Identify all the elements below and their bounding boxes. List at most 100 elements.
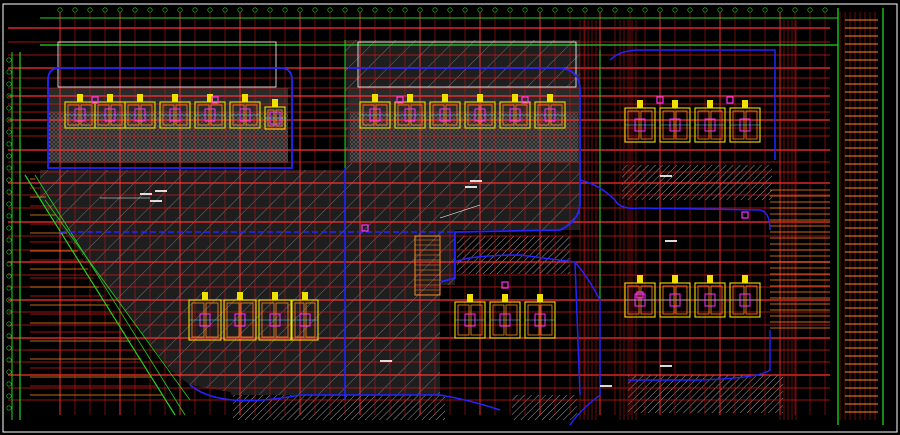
core-mark bbox=[137, 94, 143, 102]
axis-bubble bbox=[567, 7, 573, 13]
axis-bubble bbox=[597, 7, 603, 13]
axis-bubble bbox=[147, 7, 153, 13]
axis-bubble bbox=[327, 7, 333, 13]
core-mark bbox=[707, 275, 713, 283]
core-mark bbox=[707, 100, 713, 108]
axis-bubble bbox=[6, 345, 12, 351]
axis-bubble bbox=[657, 7, 663, 13]
annotation-mark bbox=[660, 175, 672, 177]
core-mark bbox=[637, 275, 643, 283]
annotation-mark bbox=[470, 180, 482, 182]
core-mark bbox=[537, 294, 543, 302]
core-mark bbox=[502, 294, 508, 302]
axis-bubble bbox=[6, 381, 12, 387]
axis-bubble bbox=[582, 7, 588, 13]
axis-bubble bbox=[402, 7, 408, 13]
axis-bubble bbox=[6, 105, 12, 111]
annotation-mark bbox=[665, 240, 677, 242]
axis-bubble bbox=[192, 7, 198, 13]
axis-bubble bbox=[342, 7, 348, 13]
core-mark bbox=[237, 292, 243, 300]
core-mark bbox=[672, 275, 678, 283]
core-mark bbox=[467, 294, 473, 302]
core-mark bbox=[547, 94, 553, 102]
axis-bubble bbox=[612, 7, 618, 13]
core-mark bbox=[272, 99, 278, 107]
axis-bubble bbox=[57, 7, 63, 13]
building-unit bbox=[729, 275, 761, 318]
axis-bubble bbox=[552, 7, 558, 13]
core-mark bbox=[637, 100, 643, 108]
axis-bubble bbox=[537, 7, 543, 13]
axis-bubble bbox=[6, 357, 12, 363]
annotation-mark bbox=[380, 360, 392, 362]
axis-bubble bbox=[132, 7, 138, 13]
axis-bubble bbox=[372, 7, 378, 13]
axis-bubble bbox=[6, 177, 12, 183]
axis-bubble bbox=[267, 7, 273, 13]
axis-bubble bbox=[492, 7, 498, 13]
axis-bubble bbox=[6, 201, 12, 207]
axis-bubble bbox=[6, 153, 12, 159]
axis-bubble bbox=[117, 7, 123, 13]
axis-bubble bbox=[102, 7, 108, 13]
axis-bubble bbox=[717, 7, 723, 13]
axis-bubble bbox=[432, 7, 438, 13]
core-mark bbox=[242, 94, 248, 102]
axis-bubble bbox=[6, 369, 12, 375]
axis-bubble bbox=[282, 7, 288, 13]
axis-bubble bbox=[6, 225, 12, 231]
axis-bubble bbox=[417, 7, 423, 13]
axis-bubble bbox=[6, 321, 12, 327]
annotation-mark bbox=[155, 190, 167, 192]
axis-bubble bbox=[207, 7, 213, 13]
axis-bubble bbox=[792, 7, 798, 13]
cad-drawing-canvas[interactable] bbox=[0, 0, 900, 435]
axis-bubble bbox=[672, 7, 678, 13]
core-mark bbox=[107, 94, 113, 102]
annotation-mark bbox=[600, 385, 612, 387]
axis-bubble bbox=[6, 285, 12, 291]
axis-bubble bbox=[6, 237, 12, 243]
core-mark bbox=[372, 94, 378, 102]
magenta-marker bbox=[726, 96, 734, 104]
site-plan-svg bbox=[2, 3, 898, 433]
axis-bubble bbox=[6, 213, 12, 219]
axis-bubble bbox=[747, 7, 753, 13]
axis-bubble bbox=[387, 7, 393, 13]
axis-bubble bbox=[522, 7, 528, 13]
axis-bubble bbox=[732, 7, 738, 13]
annotation-mark bbox=[660, 365, 672, 367]
core-mark bbox=[442, 94, 448, 102]
axis-bubble bbox=[807, 7, 813, 13]
axis-bubble bbox=[87, 7, 93, 13]
axis-bubble bbox=[462, 7, 468, 13]
axis-bubble bbox=[237, 7, 243, 13]
axis-bubble bbox=[72, 7, 78, 13]
axis-bubble bbox=[6, 393, 12, 399]
axis-bubble bbox=[627, 7, 633, 13]
core-mark bbox=[742, 275, 748, 283]
core-mark bbox=[477, 94, 483, 102]
magenta-marker bbox=[741, 211, 749, 219]
axis-bubble bbox=[6, 57, 12, 63]
core-mark bbox=[202, 292, 208, 300]
axis-bubble bbox=[312, 7, 318, 13]
annotation-mark bbox=[150, 200, 162, 202]
core-mark bbox=[302, 292, 308, 300]
axis-bubble bbox=[6, 189, 12, 195]
axis-bubble bbox=[162, 7, 168, 13]
core-mark bbox=[742, 100, 748, 108]
axis-bubble bbox=[6, 69, 12, 75]
axis-bubble bbox=[777, 7, 783, 13]
core-mark bbox=[272, 292, 278, 300]
axis-bubble bbox=[762, 7, 768, 13]
annotation-mark bbox=[465, 186, 477, 188]
annotation-mark bbox=[140, 193, 152, 195]
axis-bubble bbox=[357, 7, 363, 13]
building-unit bbox=[624, 275, 656, 318]
axis-bubble bbox=[507, 7, 513, 13]
axis-bubble bbox=[702, 7, 708, 13]
axis-bubble bbox=[297, 7, 303, 13]
core-mark bbox=[407, 94, 413, 102]
